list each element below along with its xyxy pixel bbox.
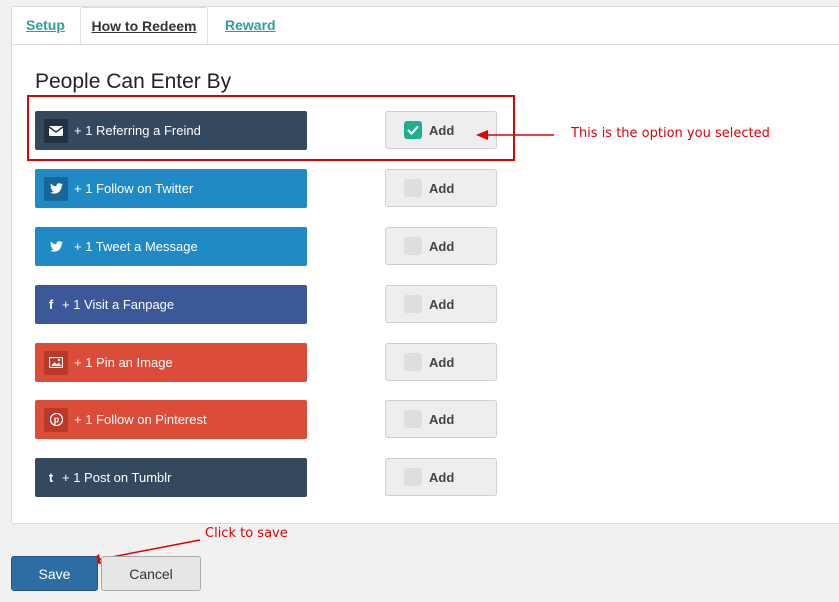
tab-setup[interactable]: Setup xyxy=(26,7,65,44)
entry-pin-image-button[interactable]: + 1 Pin an Image xyxy=(35,343,307,382)
save-annotation: Click to save xyxy=(205,526,288,541)
entry-label: + 1 Follow on Pinterest xyxy=(74,412,207,427)
entry-follow-pinterest-button[interactable]: p + 1 Follow on Pinterest xyxy=(35,400,307,439)
entry-label: + 1 Visit a Fanpage xyxy=(62,297,175,312)
save-button[interactable]: Save xyxy=(11,556,98,591)
pinterest-icon: p xyxy=(44,407,68,432)
facebook-icon: f xyxy=(48,297,54,312)
checkbox[interactable] xyxy=(404,295,422,313)
entry-follow-twitter-button[interactable]: + 1 Follow on Twitter xyxy=(35,169,307,208)
checkbox[interactable] xyxy=(404,410,422,428)
add-label: Add xyxy=(429,296,455,312)
add-tumblr-button[interactable]: Add xyxy=(385,458,497,496)
tab-how-to-redeem[interactable]: How to Redeem xyxy=(80,7,208,44)
entry-label: + 1 Tweet a Message xyxy=(74,239,198,254)
add-fanpage-button[interactable]: Add xyxy=(385,285,497,323)
twitter-icon xyxy=(44,235,68,259)
entry-label: + 1 Follow on Twitter xyxy=(74,181,194,196)
selected-option-annotation: This is the option you selected xyxy=(571,126,770,141)
entry-label: + 1 Pin an Image xyxy=(74,355,173,370)
cancel-button[interactable]: Cancel xyxy=(101,556,201,591)
image-icon xyxy=(44,350,68,375)
add-tweet-button[interactable]: Add xyxy=(385,227,497,265)
section-title: People Can Enter By xyxy=(35,70,232,93)
add-label: Add xyxy=(429,180,455,196)
tab-bar: Setup How to Redeem Reward xyxy=(12,7,839,45)
checkbox[interactable] xyxy=(404,353,422,371)
entry-tweet-button[interactable]: + 1 Tweet a Message xyxy=(35,227,307,266)
entry-label: + 1 Post on Tumblr xyxy=(62,470,172,485)
add-label: Add xyxy=(429,354,455,370)
selection-highlight-box xyxy=(27,95,515,161)
redeem-panel: Setup How to Redeem Reward People Can En… xyxy=(11,6,839,524)
add-label: Add xyxy=(429,411,455,427)
add-label: Add xyxy=(429,469,455,485)
add-pin-image-button[interactable]: Add xyxy=(385,343,497,381)
entry-fanpage-button[interactable]: f + 1 Visit a Fanpage xyxy=(35,285,307,324)
checkbox[interactable] xyxy=(404,179,422,197)
tumblr-icon: t xyxy=(48,470,54,485)
add-follow-pinterest-button[interactable]: Add xyxy=(385,400,497,438)
add-follow-twitter-button[interactable]: Add xyxy=(385,169,497,207)
checkbox[interactable] xyxy=(404,468,422,486)
add-label: Add xyxy=(429,238,455,254)
twitter-icon xyxy=(44,176,68,201)
svg-text:p: p xyxy=(53,415,59,425)
entry-tumblr-button[interactable]: t + 1 Post on Tumblr xyxy=(35,458,307,497)
tab-reward[interactable]: Reward xyxy=(225,7,276,44)
checkbox[interactable] xyxy=(404,237,422,255)
